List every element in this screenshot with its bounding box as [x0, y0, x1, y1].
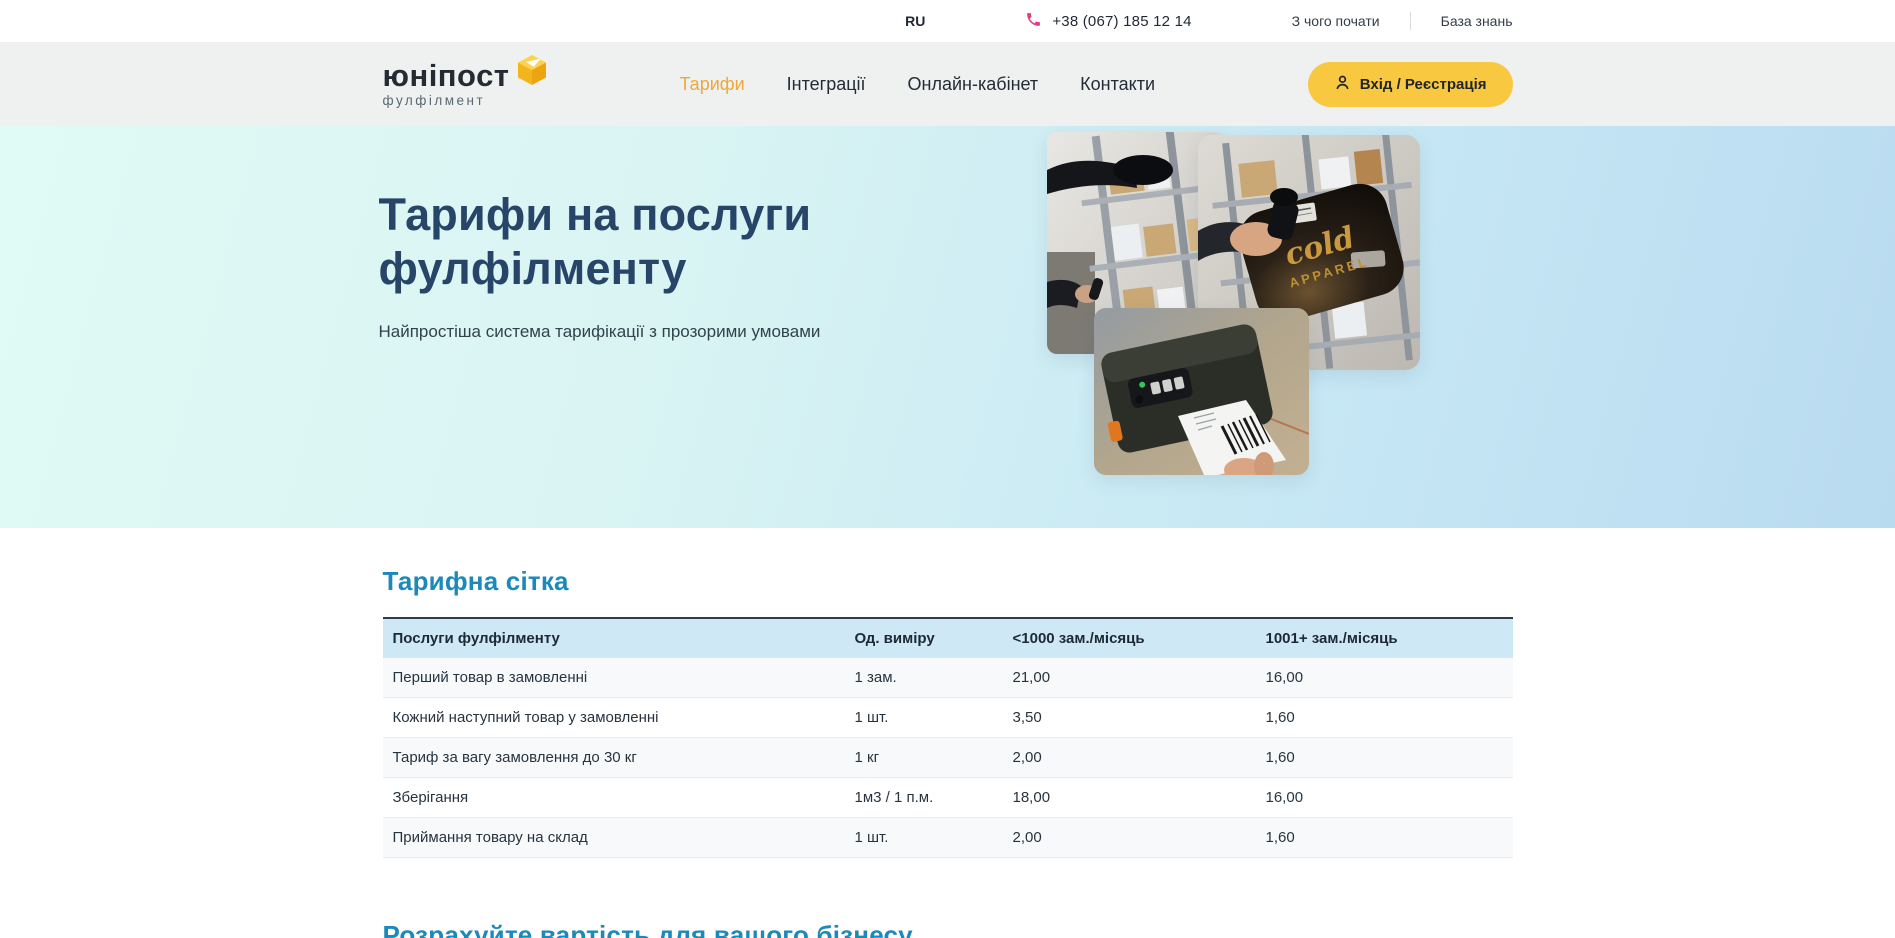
- table-row: Тариф за вагу замовлення до 30 кг1 кг2,0…: [383, 738, 1513, 778]
- topbar: RU +38 (067) 185 12 14 З чого почати Баз…: [0, 0, 1895, 42]
- table-cell: 1 шт.: [845, 698, 1003, 738]
- main-nav: Тарифи Інтеграції Онлайн-кабінет Контакти: [680, 74, 1156, 95]
- hero-section: Тарифи на послуги фулфілменту Найпростіш…: [0, 126, 1895, 528]
- table-row: Приймання товару на склад1 шт.2,001,60: [383, 818, 1513, 858]
- table-row: Зберігання1м3 / 1 п.м.18,0016,00: [383, 778, 1513, 818]
- logo-title: юніпост: [383, 60, 510, 91]
- table-cell: Приймання товару на склад: [383, 818, 845, 858]
- table-row: Кожний наступний товар у замовленні1 шт.…: [383, 698, 1513, 738]
- table-cell: Кожний наступний товар у замовленні: [383, 698, 845, 738]
- table-cell: 1,60: [1256, 738, 1513, 778]
- table-cell: 2,00: [1003, 738, 1256, 778]
- table-cell: 1 кг: [845, 738, 1003, 778]
- topbar-divider: [1410, 12, 1411, 30]
- column-header: 1001+ зам./місяць: [1256, 618, 1513, 658]
- pricing-table: Послуги фулфілментуОд. виміру<1000 зам./…: [383, 617, 1513, 858]
- logo[interactable]: юніпост фулфілмент: [383, 60, 550, 108]
- user-icon: [1334, 74, 1351, 95]
- table-cell: 1,60: [1256, 698, 1513, 738]
- column-header: Послуги фулфілменту: [383, 618, 845, 658]
- table-cell: 21,00: [1003, 658, 1256, 698]
- nav-item-4[interactable]: Контакти: [1080, 74, 1155, 95]
- calculator-heading: Розрахуйте вартість для вашого бізнесу: [383, 920, 1513, 938]
- table-cell: 16,00: [1256, 778, 1513, 818]
- site-header: юніпост фулфілмент Тарифи Інтеграції Онлай…: [0, 42, 1895, 126]
- nav-item-2[interactable]: Інтеграції: [787, 74, 866, 95]
- logo-cube-icon: [514, 52, 550, 93]
- column-header: Од. виміру: [845, 618, 1003, 658]
- table-cell: 16,00: [1256, 658, 1513, 698]
- hero-photo-collage: cold APPAREL: [383, 126, 1513, 528]
- table-cell: 1 шт.: [845, 818, 1003, 858]
- table-row: Перший товар в замовленні1 зам.21,0016,0…: [383, 658, 1513, 698]
- language-switcher[interactable]: RU: [905, 13, 925, 29]
- logo-subtitle: фулфілмент: [383, 94, 510, 108]
- link-knowledge-base[interactable]: База знань: [1441, 13, 1513, 29]
- table-cell: 1,60: [1256, 818, 1513, 858]
- main-content: Тарифна сітка Послуги фулфілментуОд. вим…: [0, 528, 1895, 938]
- table-cell: 1м3 / 1 п.м.: [845, 778, 1003, 818]
- table-cell: Перший товар в замовленні: [383, 658, 845, 698]
- phone-number[interactable]: +38 (067) 185 12 14: [1052, 13, 1191, 30]
- table-cell: Тариф за вагу замовлення до 30 кг: [383, 738, 845, 778]
- pricing-table-body: Перший товар в замовленні1 зам.21,0016,0…: [383, 658, 1513, 858]
- nav-item-1[interactable]: Тарифи: [680, 74, 745, 95]
- table-cell: 18,00: [1003, 778, 1256, 818]
- table-cell: 3,50: [1003, 698, 1256, 738]
- table-cell: 2,00: [1003, 818, 1256, 858]
- phone-block[interactable]: +38 (067) 185 12 14: [1025, 11, 1191, 31]
- column-header: <1000 зам./місяць: [1003, 618, 1256, 658]
- table-cell: 1 зам.: [845, 658, 1003, 698]
- link-how-to-start[interactable]: З чого почати: [1292, 13, 1380, 29]
- table-cell: Зберігання: [383, 778, 845, 818]
- login-button-label: Вхід / Реєстрація: [1360, 76, 1487, 93]
- phone-icon: [1025, 11, 1042, 31]
- photo-label-printer: [1094, 308, 1309, 475]
- pricing-table-head-row: Послуги фулфілментуОд. виміру<1000 зам./…: [383, 618, 1513, 658]
- login-button[interactable]: Вхід / Реєстрація: [1308, 62, 1513, 107]
- nav-item-3[interactable]: Онлайн-кабінет: [908, 74, 1039, 95]
- pricing-heading: Тарифна сітка: [383, 566, 1513, 597]
